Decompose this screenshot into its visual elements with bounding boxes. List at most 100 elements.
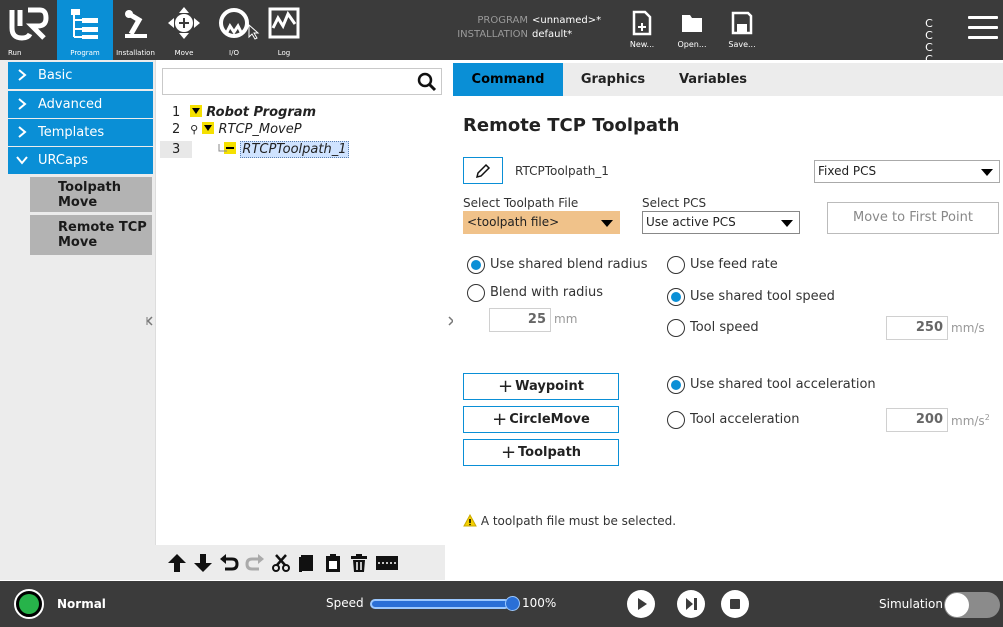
copy-icon[interactable] [297, 553, 317, 573]
tool-accel-field[interactable]: 200 [886, 408, 948, 432]
move-down-icon[interactable] [193, 553, 213, 573]
move-to-first-point-button[interactable]: Move to First Point [827, 202, 999, 234]
suppress-icon[interactable] [375, 553, 399, 573]
program-tree-icon [71, 9, 98, 39]
page-title: Remote TCP Toolpath [463, 115, 680, 136]
tree-search-input[interactable] [162, 68, 442, 95]
radio-feed-rate[interactable] [667, 256, 685, 274]
open-button[interactable]: Open... [672, 8, 712, 56]
hamburger-menu-icon[interactable] [968, 16, 998, 44]
save-button[interactable]: Save... [722, 8, 762, 56]
tab-variables[interactable]: Variables [663, 63, 763, 96]
pcs-value: Use active PCS [646, 215, 736, 229]
radio-tool-speed[interactable] [667, 319, 685, 337]
nav-installation[interactable]: Installation [113, 0, 158, 60]
blend-radius-unit: mm [554, 312, 578, 326]
add-circlemove-label: CircleMove [509, 412, 590, 427]
nav-installation-label: Installation [116, 49, 155, 57]
tree-node-rtcptoolpath[interactable]: 3 RTCPToolpath_1 [172, 141, 349, 158]
category-urcaps[interactable]: URCaps [8, 147, 153, 174]
radio-blend-with-radius[interactable] [467, 284, 485, 302]
radio-shared-tool-speed[interactable] [667, 288, 685, 306]
nav-log[interactable]: Log [260, 0, 308, 60]
radio-shared-blend[interactable] [467, 256, 485, 274]
step-icon [686, 598, 697, 610]
category-basic[interactable]: Basic [8, 62, 153, 89]
collapse-left-icon[interactable] [145, 316, 155, 326]
robot-status-text: Normal [57, 597, 106, 611]
nav-program[interactable]: Program [57, 0, 113, 60]
add-waypoint-button[interactable]: + Waypoint [463, 373, 619, 400]
cut-icon[interactable] [271, 553, 291, 573]
tool-speed-unit: mm/s [951, 321, 985, 335]
dropdown-arrow-icon [601, 220, 613, 227]
new-button-label: New... [629, 40, 655, 49]
tree-toolbar [155, 545, 445, 580]
tree-node-rtcp-movep[interactable]: 2 ⚲ RTCP_MoveP [172, 121, 302, 138]
robot-status-icon[interactable] [14, 589, 44, 619]
radio-shared-tool-accel[interactable] [667, 376, 685, 394]
bottom-status-bar: Normal Speed 100% Simulation [0, 581, 1003, 627]
nav-run-label: Run [8, 49, 22, 57]
tree-node-robot-program[interactable]: 1 Robot Program [172, 104, 316, 121]
tree-connector [218, 144, 227, 152]
nav-program-label: Program [70, 49, 100, 57]
paste-icon[interactable] [323, 553, 343, 573]
radio-shared-tool-accel-label: Use shared tool acceleration [690, 377, 876, 392]
dropdown-arrow-icon [981, 169, 993, 176]
speed-slider[interactable] [370, 599, 510, 609]
search-icon[interactable] [417, 72, 437, 92]
pcs-mode-select[interactable]: Fixed PCS [814, 160, 1000, 183]
urcap-remote-tcp-move[interactable]: Remote TCP Move [30, 215, 152, 255]
urcap-remote-tcp-move-line1: Remote TCP [58, 220, 147, 235]
pcs-select[interactable]: Use active PCS [642, 211, 800, 234]
step-button[interactable] [677, 590, 705, 618]
redo-icon[interactable] [245, 553, 265, 573]
collapse-triangle-icon[interactable] [190, 105, 203, 117]
toolpath-file-select[interactable]: <toolpath file> [463, 211, 620, 234]
urcap-remote-tcp-move-line2: Move [58, 235, 98, 250]
program-label: PROGRAM [477, 15, 528, 26]
tab-command[interactable]: Command [453, 63, 563, 96]
tool-speed-field[interactable]: 250 [886, 316, 948, 340]
urcap-toolpath-move-line2: Move [58, 195, 98, 210]
nav-run[interactable]: Run [0, 0, 57, 60]
collapse-triangle-icon[interactable] [202, 122, 215, 134]
plus-icon: + [498, 376, 514, 397]
category-basic-label: Basic [38, 68, 73, 83]
radio-feed-rate-label: Use feed rate [690, 257, 778, 272]
play-button[interactable] [627, 590, 655, 618]
installation-name: default* [532, 29, 573, 40]
tool-accel-unit: mm/s2 [951, 413, 990, 428]
stop-button[interactable] [721, 590, 749, 618]
top-bar: Run Program Installation Move I/O Log PR… [0, 0, 1003, 66]
speed-slider-handle[interactable] [505, 596, 520, 611]
new-button[interactable]: New... [622, 8, 662, 56]
select-toolpath-label: Select Toolpath File [463, 196, 579, 210]
tree-line-number: 2 [172, 122, 181, 137]
add-circlemove-button[interactable]: + CircleMove [463, 406, 619, 433]
category-advanced[interactable]: Advanced [8, 91, 153, 118]
move-up-icon[interactable] [167, 553, 187, 573]
urcap-toolpath-move[interactable]: Toolpath Move [30, 177, 152, 212]
simulation-toggle[interactable] [944, 592, 1000, 618]
tab-graphics[interactable]: Graphics [563, 63, 663, 96]
add-toolpath-button[interactable]: + Toolpath [463, 439, 619, 466]
urcap-toolpath-move-line1: Toolpath [58, 180, 122, 195]
add-waypoint-label: Waypoint [515, 379, 584, 394]
blend-radius-field[interactable]: 25 [489, 308, 551, 332]
radio-shared-blend-label: Use shared blend radius [490, 257, 648, 272]
category-templates[interactable]: Templates [8, 119, 153, 146]
nav-move[interactable]: Move [160, 0, 208, 60]
tree-line-number: 3 [172, 142, 181, 157]
node-name: RTCPToolpath_1 [515, 164, 609, 178]
stop-icon [730, 599, 740, 609]
radio-tool-accel[interactable] [667, 411, 685, 429]
io-gauge-icon [219, 8, 249, 38]
select-pcs-label: Select PCS [642, 196, 707, 210]
rename-node-button[interactable] [463, 157, 503, 184]
undo-icon[interactable] [219, 553, 239, 573]
tree-line-number: 1 [172, 105, 181, 120]
pin-icon: ⚲ [190, 123, 199, 136]
delete-icon[interactable] [349, 553, 369, 573]
